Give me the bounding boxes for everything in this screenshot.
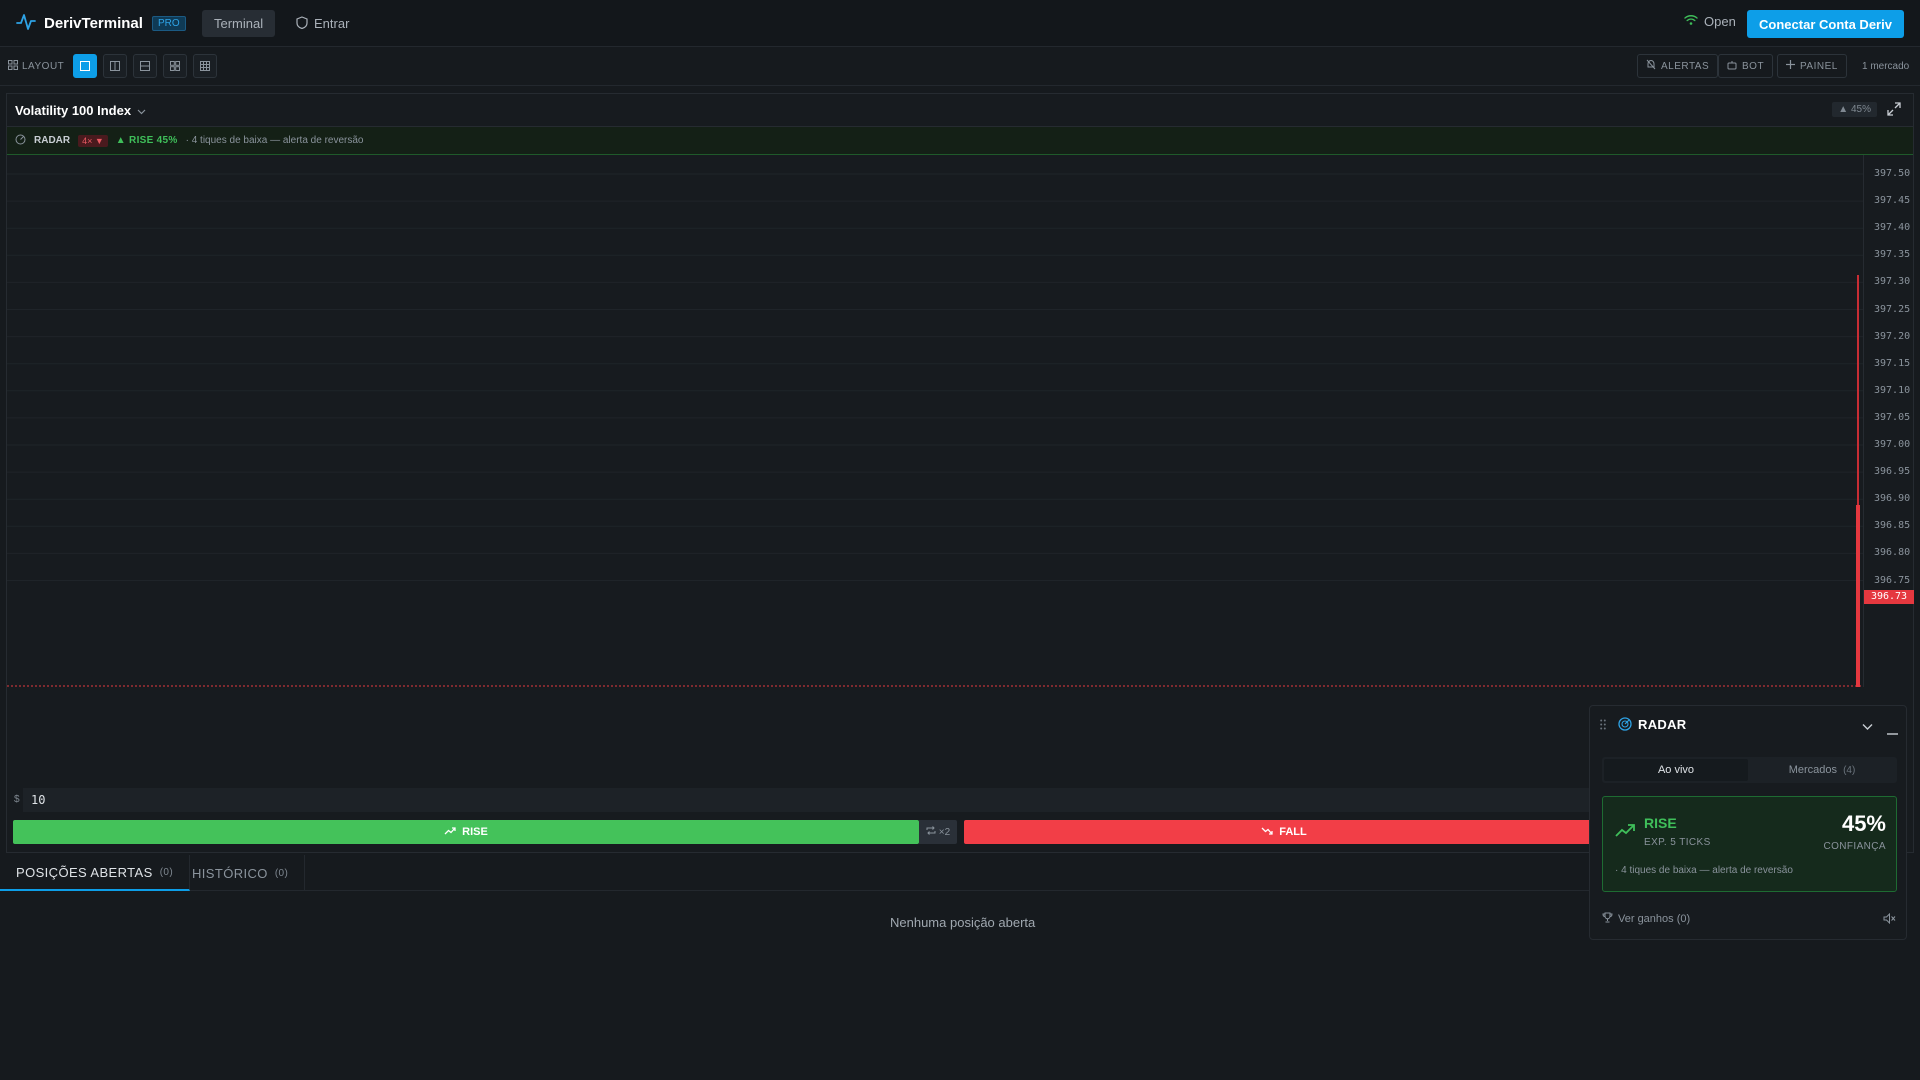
signal-note: · 4 tiques de baixa — alerta de reversão	[1615, 865, 1793, 876]
market-count: 1 mercado	[1862, 61, 1910, 72]
nav-terminal[interactable]: Terminal	[202, 10, 276, 37]
price-bar-lower	[1856, 505, 1860, 687]
empty-positions-message: Nenhuma posição aberta	[890, 915, 1036, 930]
layout-quad-button[interactable]	[163, 54, 187, 78]
signal-confidence-label: CONFIANÇA	[1823, 841, 1886, 852]
layout-single-icon	[80, 59, 90, 74]
current-price-label: 396.73	[1864, 589, 1914, 604]
radar-alert-strip: RADAR 4× ▼ ▲ RISE 45% · 4 tiques de baix…	[7, 127, 1913, 155]
layout-label: LAYOUT	[8, 60, 64, 73]
layout-split-vertical-icon	[110, 59, 120, 74]
price-tick-label: 397.35	[1874, 249, 1911, 261]
alerts-button[interactable]: ALERTAS	[1637, 54, 1719, 78]
price-tick-label: 396.85	[1874, 520, 1911, 532]
price-tick-label: 397.25	[1874, 303, 1911, 315]
radar-widget-header: RADAR	[1590, 706, 1906, 742]
price-tick-label: 397.00	[1874, 439, 1911, 450]
wifi-icon	[1684, 14, 1698, 29]
pro-badge: PRO	[151, 15, 186, 31]
repeat-icon	[926, 826, 936, 838]
connect-account-button[interactable]: Conectar Conta Deriv	[1747, 10, 1904, 38]
radar-strip-note: · 4 tiques de baixa — alerta de reversão	[185, 135, 364, 146]
app-name: DerivTerminal	[44, 14, 143, 32]
panel-button[interactable]: PAINEL	[1777, 54, 1847, 78]
layout-toolbar: LAYOUT ALERTAS BOT PAINEL	[0, 48, 1920, 86]
layout-quad-icon	[170, 59, 180, 74]
connection-status-label: Open	[1704, 14, 1736, 29]
signal-confidence: 45%	[1841, 811, 1886, 836]
bell-off-icon	[1646, 59, 1656, 73]
stake-amount-input[interactable]	[23, 788, 1603, 812]
minimize-icon[interactable]	[1887, 723, 1898, 738]
plus-icon	[1786, 60, 1795, 72]
pulse-icon	[16, 12, 36, 35]
price-tick-label: 396.75	[1874, 574, 1911, 586]
layout-grid-icon	[200, 59, 210, 74]
signal-expiry: EXP. 5 TICKS	[1644, 837, 1711, 848]
trophy-icon	[1602, 912, 1613, 926]
tab-history[interactable]: HISTÓRICO (0)	[176, 855, 306, 891]
nav-login-label: Entrar	[314, 16, 350, 31]
radar-icon	[15, 134, 26, 148]
layout-split-horizontal-button[interactable]	[133, 54, 157, 78]
signal-card[interactable]: RISE EXP. 5 TICKS 45% CONFIANÇA · 4 tiqu…	[1602, 796, 1897, 892]
bot-icon	[1727, 60, 1737, 73]
chevron-down-icon[interactable]	[1862, 719, 1873, 734]
multiplier-button[interactable]: ×2	[919, 820, 957, 844]
price-tick-label: 397.05	[1874, 411, 1911, 423]
price-tick-label: 397.50	[1874, 168, 1911, 179]
radar-widget-title: RADAR	[1638, 717, 1687, 732]
mute-icon[interactable]	[1883, 912, 1896, 927]
price-tick-label: 397.40	[1874, 222, 1911, 234]
radar-strip-signal: ▲ RISE 45%	[115, 135, 178, 146]
grid-lines	[7, 173, 1863, 581]
price-tick-label: 397.20	[1874, 330, 1911, 342]
radar-widget: RADAR Ao vivo Mercados (4) RISE EXP. 5 T…	[1589, 705, 1907, 940]
price-tick-label: 397.45	[1874, 195, 1911, 207]
trend-up-icon	[444, 826, 456, 838]
radar-icon	[1618, 717, 1632, 734]
price-tick-label: 396.80	[1874, 547, 1911, 559]
shield-icon	[296, 15, 308, 32]
connection-status: Open	[1684, 14, 1736, 29]
price-tick-label: 396.90	[1874, 493, 1911, 505]
price-tick-label: 397.30	[1874, 276, 1911, 288]
layout-single-button[interactable]	[73, 54, 97, 78]
radar-strip-label: RADAR	[34, 135, 71, 146]
chevron-down-icon	[137, 103, 146, 118]
tab-markets[interactable]: Mercados (4)	[1750, 759, 1894, 781]
fall-button[interactable]: FALL	[964, 820, 1604, 844]
layout-grid-button[interactable]	[193, 54, 217, 78]
grid-icon	[8, 60, 18, 73]
tab-open-positions[interactable]: POSIÇÕES ABERTAS (0)	[0, 855, 191, 891]
amount-currency: $	[14, 794, 20, 805]
signal-direction: RISE	[1644, 815, 1677, 831]
chart-panel-header: Volatility 100 Index ▲ 45%	[7, 94, 1913, 127]
nav-login[interactable]: Entrar	[290, 10, 355, 37]
layout-split-vertical-button[interactable]	[103, 54, 127, 78]
top-bar: DerivTerminal PRO Terminal Entrar Open C…	[0, 0, 1920, 47]
signal-badge: ▲ 45%	[1832, 102, 1877, 117]
price-tick-label: 397.15	[1874, 357, 1911, 369]
expand-icon[interactable]	[1887, 102, 1903, 118]
bot-button[interactable]: BOT	[1718, 54, 1774, 78]
price-chart[interactable]	[7, 155, 1904, 687]
amount-row: $	[7, 785, 1607, 813]
symbol-selector[interactable]: Volatility 100 Index	[15, 103, 146, 118]
view-gains-link[interactable]: Ver ganhos (0)	[1602, 912, 1690, 926]
price-bar-upper	[1857, 275, 1859, 505]
tab-live[interactable]: Ao vivo	[1604, 759, 1748, 781]
positions-tabs: POSIÇÕES ABERTAS (0) HISTÓRICO (0)	[0, 855, 1590, 891]
logo[interactable]: DerivTerminal PRO	[16, 12, 186, 35]
trend-down-icon	[1261, 826, 1273, 838]
price-tick-label: 396.95	[1874, 466, 1911, 478]
rise-button[interactable]: RISE	[13, 820, 919, 844]
layout-split-horizontal-icon	[140, 59, 150, 74]
price-tick-label: 397.10	[1874, 384, 1911, 396]
tick-count-badge: 4× ▼	[78, 134, 108, 147]
price-axis: 397.50 397.45 397.40 397.35 397.30 397.25 397.…	[1863, 155, 1915, 687]
radar-widget-tabs: Ao vivo Mercados (4)	[1602, 757, 1897, 783]
trend-up-icon	[1615, 823, 1635, 840]
drag-handle-icon[interactable]	[1600, 718, 1606, 733]
